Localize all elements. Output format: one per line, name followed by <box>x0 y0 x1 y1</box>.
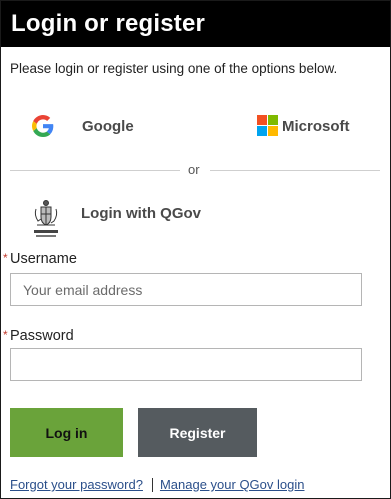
register-button[interactable]: Register <box>138 408 257 457</box>
manage-qgov-link[interactable]: Manage your QGov login <box>160 477 305 492</box>
page-title: Login or register <box>11 10 206 37</box>
microsoft-icon <box>257 115 279 137</box>
google-login-button[interactable]: Google <box>32 114 134 138</box>
password-input[interactable] <box>10 348 362 381</box>
queensland-crest-icon <box>34 200 58 237</box>
password-required-marker: * <box>3 328 8 342</box>
forgot-password-link[interactable]: Forgot your password? <box>10 477 143 492</box>
divider-or: or <box>188 162 200 177</box>
help-links: Forgot your password? Manage your QGov l… <box>10 477 304 492</box>
qgov-login-button[interactable]: Login with QGov <box>33 198 201 240</box>
qgov-label: Login with QGov <box>81 204 201 222</box>
divider-line-left <box>10 170 180 171</box>
divider-line-right <box>210 170 380 171</box>
link-separator <box>151 477 153 492</box>
username-required-marker: * <box>3 251 8 265</box>
panel-header: Login or register <box>1 1 390 47</box>
instruction-text: Please login or register using one of th… <box>10 61 338 76</box>
google-icon <box>32 115 54 137</box>
username-input[interactable] <box>10 273 362 306</box>
google-label: Google <box>82 117 134 135</box>
username-label: Username <box>10 251 77 267</box>
password-label: Password <box>10 328 74 344</box>
microsoft-login-button[interactable]: Microsoft <box>257 114 350 138</box>
login-button[interactable]: Log in <box>10 408 123 457</box>
microsoft-label: Microsoft <box>282 117 350 135</box>
